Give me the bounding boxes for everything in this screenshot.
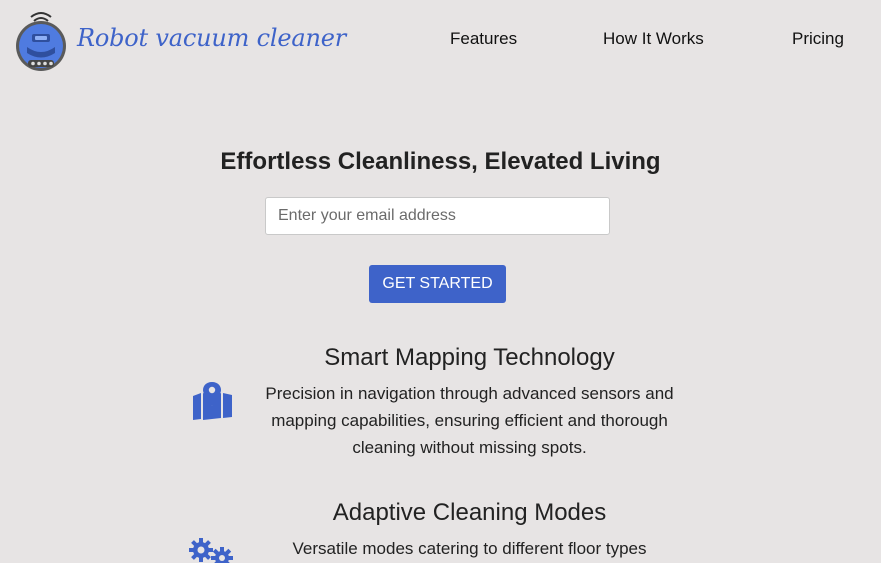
email-input[interactable] — [265, 197, 610, 235]
site-header: Robot vacuum cleaner Features How It Wor… — [0, 0, 881, 80]
nav-how-it-works-link[interactable]: How It Works — [603, 29, 704, 49]
get-started-button[interactable]: GET STARTED — [369, 265, 506, 303]
feature-title: Smart Mapping Technology — [324, 344, 615, 371]
gears-icon — [189, 538, 235, 563]
nav-features-link[interactable]: Features — [450, 29, 517, 49]
brand-name[interactable]: Robot vacuum cleaner — [77, 24, 346, 52]
robot-vacuum-icon[interactable] — [14, 9, 68, 73]
nav-pricing-link[interactable]: Pricing — [792, 29, 844, 49]
feature-description: Precision in navigation through advanced… — [265, 384, 674, 457]
feature-description: Versatile modes catering to different fl… — [292, 539, 647, 558]
hero-title: Effortless Cleanliness, Elevated Living — [220, 148, 661, 175]
feature-title: Adaptive Cleaning Modes — [332, 499, 607, 526]
map-location-icon — [191, 382, 233, 425]
